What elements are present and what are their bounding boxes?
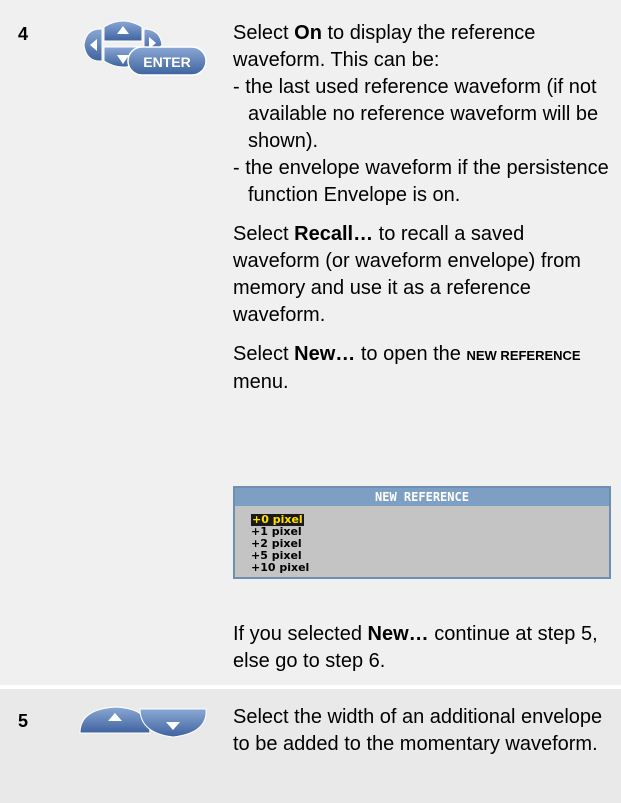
paragraph-new: Select New… to open the NEW REFERENCE me… <box>233 343 581 393</box>
up-down-keys-icon <box>78 703 208 739</box>
list-item: - the envelope waveform if the persisten… <box>233 157 609 206</box>
enter-button-label: ENTER <box>143 54 191 70</box>
menu-item[interactable]: +2 pixel <box>251 538 609 550</box>
step-4-row: 4 ENTER Select On to display the referen… <box>0 0 621 685</box>
step-number: 4 <box>18 24 29 44</box>
arrow-keypad-enter-icon: ENTER <box>78 17 208 77</box>
menu-item[interactable]: +10 pixel <box>251 562 609 574</box>
paragraph-continue: If you selected New… continue at step 5,… <box>233 623 598 672</box>
step-number: 5 <box>18 711 29 731</box>
menu-item[interactable]: +1 pixel <box>251 526 609 538</box>
paragraph-on: Select On to display the reference wavef… <box>233 22 536 71</box>
new-reference-menu: NEW REFERENCE +0 pixel +1 pixel +2 pixel… <box>233 486 611 579</box>
step-5-row: 5 Select the width of an additional enve… <box>0 689 621 803</box>
menu-title: NEW REFERENCE <box>235 488 609 506</box>
step-5-text: Select the width of an additional envelo… <box>233 706 603 755</box>
paragraph-recall: Select Recall… to recall a saved wavefor… <box>233 223 581 326</box>
option-list: - the last used reference waveform (if n… <box>233 74 613 209</box>
step-4-text: Select On to display the reference wavef… <box>233 20 613 408</box>
list-item: - the last used reference waveform (if n… <box>233 76 599 152</box>
